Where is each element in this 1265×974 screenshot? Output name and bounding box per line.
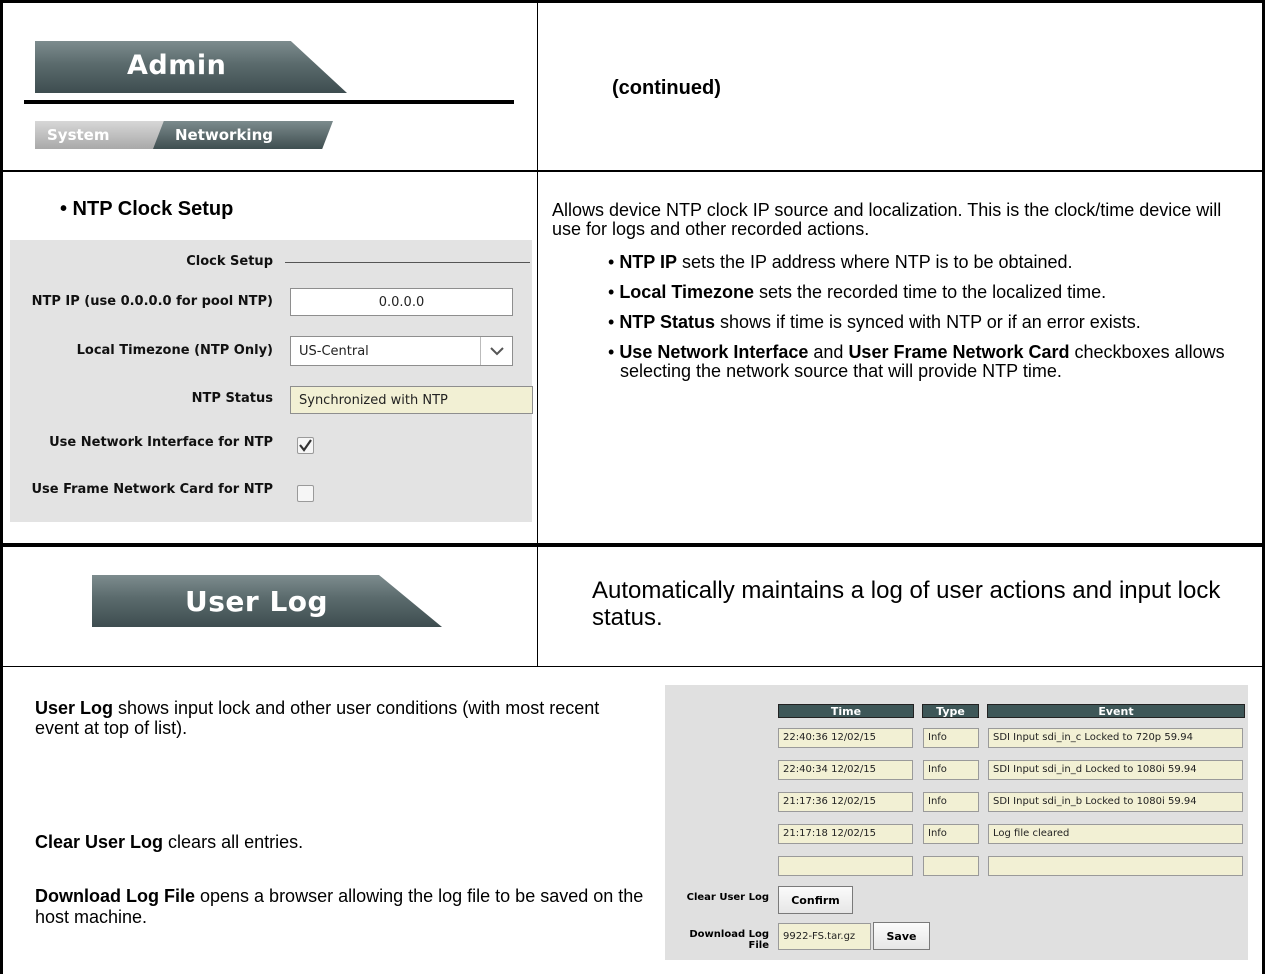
column-header-time: Time: [778, 704, 914, 718]
continued-label: (continued): [612, 77, 721, 99]
frame-network-card-label: Use Frame Network Card for NTP: [31, 482, 273, 497]
divider: [0, 170, 1265, 172]
ntp-description: Allows device NTP clock IP source and lo…: [552, 200, 1222, 239]
timezone-value: US-Central: [299, 343, 369, 359]
ntp-ip-input[interactable]: 0.0.0.0: [290, 288, 513, 316]
ntp-status-field: Synchronized with NTP: [290, 386, 533, 414]
log-event-cell: SDI Input sdi_in_b Locked to 1080i 59.94: [988, 792, 1243, 812]
download-log-paragraph: Download Log File opens a browser allowi…: [35, 886, 644, 927]
chevron-down-icon[interactable]: [480, 337, 512, 365]
log-event-cell: SDI Input sdi_in_c Locked to 720p 59.94: [988, 728, 1243, 748]
network-interface-label: Use Network Interface for NTP: [49, 435, 273, 450]
column-header-type: Type: [922, 704, 979, 718]
divider: [0, 666, 1265, 667]
list-item: • Local Timezone sets the recorded time …: [608, 282, 1107, 302]
ntp-ip-label: NTP IP (use 0.0.0.0 for pool NTP): [31, 294, 273, 309]
list-item: • NTP Status shows if time is synced wit…: [608, 312, 1141, 332]
log-time-cell: 21:17:18 12/02/15: [778, 824, 913, 844]
frame-network-card-checkbox[interactable]: [297, 485, 314, 502]
log-type-cell: Info: [923, 728, 979, 748]
log-time-cell: 22:40:36 12/02/15: [778, 728, 913, 748]
tab-underline: [24, 100, 514, 104]
log-event-cell: SDI Input sdi_in_d Locked to 1080i 59.94: [988, 760, 1243, 780]
save-button[interactable]: Save: [873, 922, 930, 950]
log-type-cell: Info: [923, 760, 979, 780]
log-type-cell: [923, 856, 979, 876]
list-item: • NTP IP sets the IP address where NTP i…: [608, 252, 1073, 272]
confirm-button[interactable]: Confirm: [778, 886, 853, 914]
download-log-label: Download Log File: [689, 929, 769, 951]
log-event-cell: Log file cleared: [988, 824, 1243, 844]
list-item: • Use Network Interface and User Frame N…: [608, 342, 1225, 381]
log-type-cell: Info: [923, 792, 979, 812]
log-time-cell: 22:40:34 12/02/15: [778, 760, 913, 780]
ntp-heading: • NTP Clock Setup: [60, 198, 234, 220]
clock-setup-panel: [10, 240, 532, 522]
clear-log-paragraph: Clear User Log clears all entries.: [35, 832, 304, 852]
user-log-paragraph: User Log shows input lock and other user…: [35, 698, 600, 738]
column-header-event: Event: [987, 704, 1245, 718]
ntp-bullets: • NTP IP sets the IP address where NTP i…: [606, 253, 1256, 392]
divider: [0, 543, 1265, 547]
tab-system[interactable]: System: [35, 121, 175, 149]
admin-tab-title: Admin: [127, 50, 227, 81]
log-event-cell: [988, 856, 1243, 876]
network-interface-checkbox[interactable]: [297, 437, 314, 454]
ntp-status-label: NTP Status: [191, 391, 273, 406]
timezone-select[interactable]: US-Central: [290, 336, 513, 366]
column-divider: [537, 0, 538, 666]
user-log-description: Automatically maintains a log of user ac…: [592, 577, 1221, 631]
clock-setup-title: Clock Setup: [186, 254, 273, 269]
user-log-tab-title: User Log: [185, 585, 329, 618]
user-log-panel: [665, 685, 1248, 960]
timezone-label: Local Timezone (NTP Only): [76, 343, 273, 358]
panel-rule: [285, 262, 530, 263]
log-file-name-field: 9922-FS.tar.gz: [778, 923, 871, 950]
checkmark-icon: [299, 439, 312, 452]
log-type-cell: Info: [923, 824, 979, 844]
clear-log-label: Clear User Log: [686, 892, 769, 903]
log-time-cell: 21:17:36 12/02/15: [778, 792, 913, 812]
log-time-cell: [778, 856, 913, 876]
tab-networking[interactable]: Networking: [153, 121, 333, 149]
